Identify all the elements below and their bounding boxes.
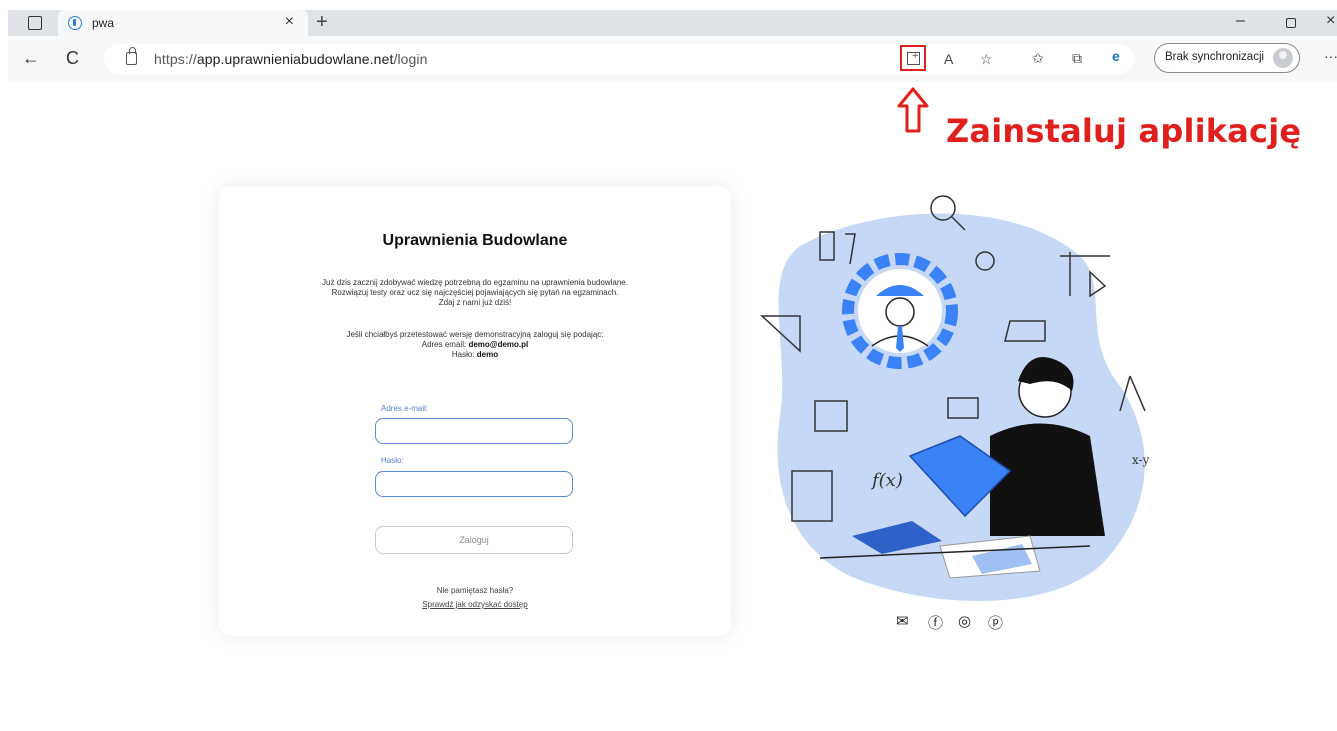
favorites-icon[interactable]: ✩ bbox=[1032, 50, 1044, 67]
demo-password-prefix: Hasło: bbox=[451, 350, 475, 359]
tab-title: pwa bbox=[92, 16, 115, 30]
demo-email-prefix: Adres email: bbox=[421, 340, 467, 349]
tab-close-icon[interactable]: × bbox=[285, 13, 294, 31]
demo-email-value: demo@demo.pl bbox=[468, 340, 529, 349]
url-scheme: https:// bbox=[154, 51, 197, 67]
address-bar[interactable]: https://app.uprawnieniabudowlane.net/log… bbox=[104, 44, 1134, 74]
login-card: Uprawnienia Budowlane Już dzis zacznij z… bbox=[219, 186, 731, 636]
restore-icon[interactable] bbox=[1286, 18, 1296, 28]
demo-email-line: Adres email: demo@demo.pl bbox=[219, 340, 731, 350]
add-favorite-icon[interactable]: ☆ bbox=[980, 51, 993, 68]
avatar bbox=[1273, 48, 1293, 68]
more-icon[interactable]: ··· bbox=[1324, 48, 1337, 64]
profile-sync-button[interactable]: Brak synchronizacji bbox=[1154, 43, 1300, 73]
instagram-icon[interactable]: ◎ bbox=[958, 612, 971, 630]
tab-strip: pwa × + – × bbox=[8, 10, 1337, 36]
formula-symbol: x-y bbox=[1132, 453, 1150, 467]
demo-password-value: demo bbox=[476, 350, 499, 359]
window-close-icon[interactable]: × bbox=[1326, 12, 1335, 30]
password-label: Hasło: bbox=[381, 456, 404, 465]
reload-icon[interactable]: C bbox=[66, 48, 79, 69]
intro-line-1: Już dzis zacznij zdobywać wiedzę potrzeb… bbox=[322, 278, 628, 287]
sync-label: Brak synchronizacji bbox=[1165, 51, 1265, 63]
new-tab-button[interactable]: + bbox=[316, 10, 328, 34]
demo-password-line: Hasło: demo bbox=[219, 350, 731, 360]
intro-line-2: Rozwiązuj testy oraz ucz się najczęściej… bbox=[331, 288, 619, 297]
login-button[interactable]: Zaloguj bbox=[375, 526, 573, 554]
forgot-password-text: Nie pamiętasz hasła? bbox=[436, 586, 514, 595]
install-annotation: Zainstaluj aplikację bbox=[946, 112, 1302, 150]
password-field[interactable] bbox=[375, 471, 573, 497]
url-host: app.uprawnieniabudowlane.net bbox=[196, 51, 394, 67]
mail-icon[interactable]: ✉ bbox=[896, 612, 909, 630]
page-title: Uprawnienia Budowlane bbox=[382, 232, 568, 249]
site-info-icon[interactable] bbox=[126, 47, 137, 65]
email-field[interactable] bbox=[375, 418, 573, 444]
function-symbol: f(x) bbox=[870, 470, 903, 491]
browser-toolbar: ← C https://app.uprawnieniabudowlane.net… bbox=[8, 36, 1337, 82]
annotation-arrow-icon bbox=[897, 87, 929, 133]
edge-bar-icon[interactable]: e bbox=[1112, 48, 1120, 64]
url-path: /login bbox=[393, 51, 428, 67]
install-app-highlight[interactable] bbox=[900, 45, 926, 71]
intro-line-3: Zdaj z nami już dziś! bbox=[438, 298, 512, 307]
install-app-icon[interactable] bbox=[907, 50, 920, 65]
back-icon[interactable]: ← bbox=[22, 48, 40, 69]
collections-icon[interactable]: ⧉ bbox=[1072, 50, 1082, 67]
browser-tab[interactable]: pwa × bbox=[58, 10, 308, 36]
engineer-gear-icon bbox=[842, 253, 958, 369]
url-text[interactable]: https://app.uprawnieniabudowlane.net/log… bbox=[154, 51, 428, 67]
tab-favicon-icon bbox=[68, 16, 82, 30]
hero-illustration: f(x) x-y bbox=[760, 195, 1150, 601]
recover-access-link[interactable]: Sprawdź jak odzyskać dostęp bbox=[219, 600, 731, 609]
facebook-icon[interactable]: ⓕ bbox=[928, 612, 943, 633]
email-label: Adres e-mail: bbox=[381, 404, 429, 413]
minimize-icon[interactable]: – bbox=[1236, 12, 1245, 30]
demo-info: Jeśli chciałbyś przetestować wersję demo… bbox=[346, 330, 604, 339]
tab-actions-icon[interactable] bbox=[28, 16, 42, 30]
pinterest-icon[interactable]: ⓟ bbox=[988, 612, 1003, 633]
read-aloud-icon[interactable]: A bbox=[944, 51, 953, 67]
